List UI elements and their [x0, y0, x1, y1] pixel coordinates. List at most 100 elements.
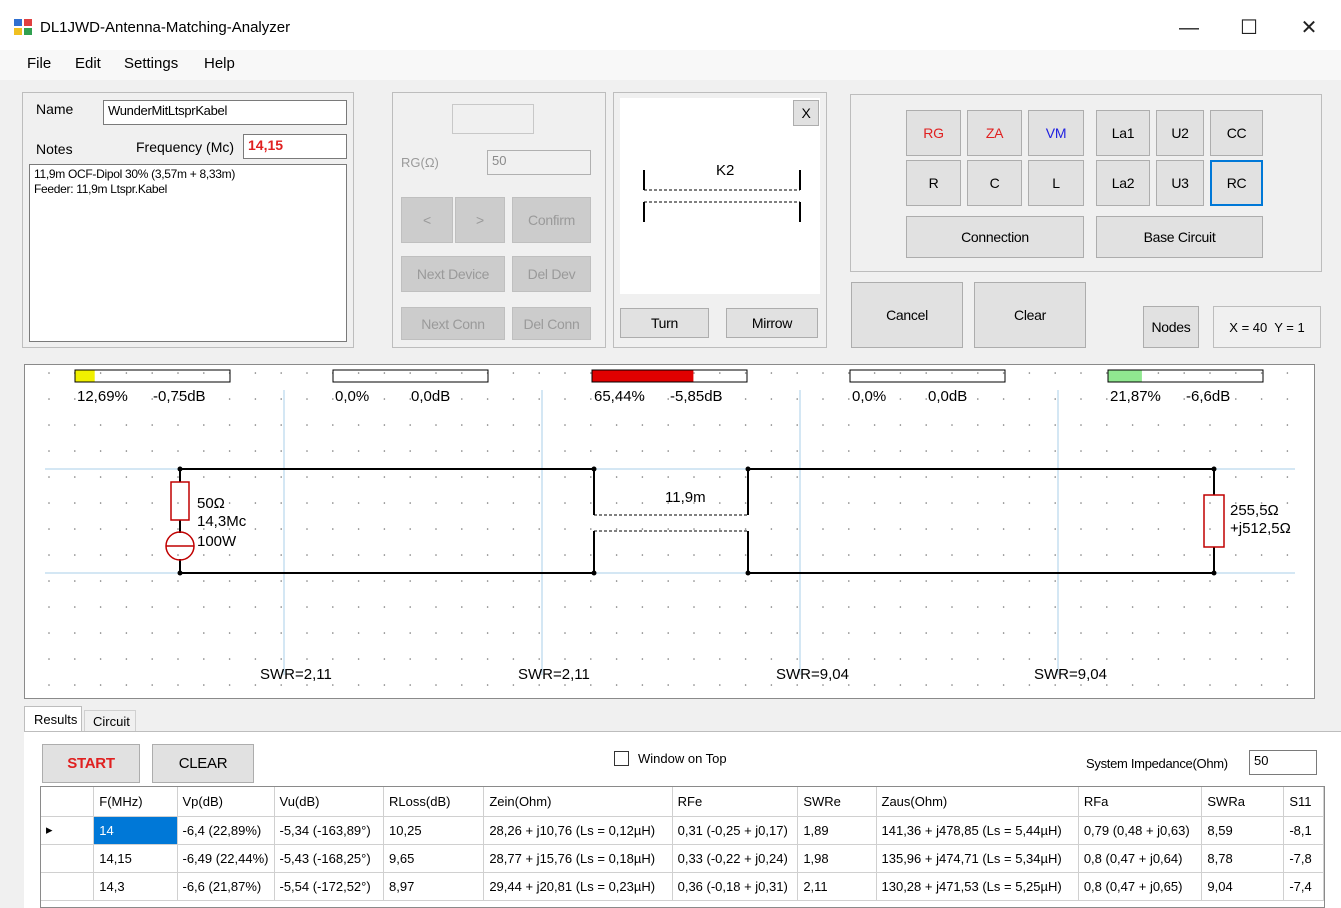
frequency-input[interactable]: 14,15: [243, 134, 347, 159]
table-cell[interactable]: 130,28 + j471,53 (Ls = 5,25µH): [876, 872, 1079, 901]
u3-component-button[interactable]: U3: [1156, 160, 1204, 206]
table-cell[interactable]: 28,77 + j15,76 (Ls = 0,18µH): [483, 844, 673, 873]
r-component-button[interactable]: R: [906, 160, 961, 206]
column-header[interactable]: Vp(dB): [177, 787, 275, 817]
column-header[interactable]: S11: [1283, 787, 1324, 817]
column-header[interactable]: F(MHz): [93, 787, 178, 817]
table-cell[interactable]: -6,6 (21,87%): [177, 872, 275, 901]
preview-close-button[interactable]: X: [793, 100, 819, 126]
minimize-button[interactable]: —: [1166, 8, 1212, 48]
maximize-button[interactable]: ☐: [1226, 8, 1272, 48]
table-cell[interactable]: 0,36 (-0,18 + j0,31): [672, 872, 799, 901]
table-cell[interactable]: 1,98: [797, 844, 877, 873]
vm-component-button[interactable]: VM: [1028, 110, 1084, 156]
table-cell[interactable]: 141,36 + j478,85 (Ls = 5,44µH): [876, 816, 1079, 845]
u2-component-button[interactable]: U2: [1156, 110, 1204, 156]
table-cell[interactable]: 9,65: [383, 844, 485, 873]
table-cell[interactable]: 9,04: [1201, 872, 1285, 901]
name-input[interactable]: WunderMitLtsprKabel: [103, 100, 347, 125]
column-header[interactable]: RFa: [1078, 787, 1203, 817]
table-cell[interactable]: 14,3: [93, 872, 178, 901]
table-cell[interactable]: -8,1: [1283, 816, 1324, 845]
table-cell[interactable]: 2,11: [797, 872, 877, 901]
table-cell[interactable]: 10,25: [383, 816, 485, 845]
menu-file[interactable]: File: [27, 55, 51, 72]
table-cell[interactable]: 135,96 + j474,71 (Ls = 5,34µH): [876, 844, 1079, 873]
nodes-button[interactable]: Nodes: [1143, 306, 1199, 348]
table-cell[interactable]: -5,43 (-168,25°): [274, 844, 385, 873]
table-cell[interactable]: -6,49 (22,44%): [177, 844, 275, 873]
base-circuit-button[interactable]: Base Circuit: [1096, 216, 1263, 258]
table-cell[interactable]: 0,79 (0,48 + j0,63): [1078, 816, 1203, 845]
la2-component-button[interactable]: La2: [1096, 160, 1150, 206]
table-row[interactable]: 14,15 -6,49 (22,44%) -5,43 (-168,25°) 9,65 2…: [41, 844, 1324, 873]
table-cell[interactable]: 8,78: [1201, 844, 1285, 873]
table-cell[interactable]: -7,4: [1283, 872, 1324, 901]
za-component-button[interactable]: ZA: [967, 110, 1022, 156]
l-component-button[interactable]: L: [1028, 160, 1084, 206]
system-impedance-input[interactable]: 50: [1249, 750, 1317, 775]
next-conn-button[interactable]: Next Conn: [401, 307, 505, 340]
table-cell[interactable]: -5,34 (-163,89°): [274, 816, 385, 845]
clear-circuit-button[interactable]: Clear: [974, 282, 1086, 348]
table-cell[interactable]: -7,8: [1283, 844, 1324, 873]
table-cell[interactable]: 14: [93, 816, 178, 845]
table-cell[interactable]: 0,31 (-0,25 + j0,17): [672, 816, 799, 845]
row-header-cell[interactable]: ▸: [41, 816, 95, 845]
next-button[interactable]: >: [455, 197, 505, 243]
confirm-button[interactable]: Confirm: [512, 197, 591, 243]
rc-component-button[interactable]: RC: [1210, 160, 1263, 206]
table-cell[interactable]: 0,8 (0,47 + j0,65): [1078, 872, 1203, 901]
menu-settings[interactable]: Settings: [124, 55, 178, 72]
window-on-top-checkbox[interactable]: [614, 751, 629, 766]
cc-component-button[interactable]: CC: [1210, 110, 1263, 156]
rg-component-button[interactable]: RG: [906, 110, 961, 156]
tab-results[interactable]: Results: [24, 706, 82, 732]
la1-component-button[interactable]: La1: [1096, 110, 1150, 156]
column-header[interactable]: SWRa: [1201, 787, 1285, 817]
meter-fill-1: [75, 370, 95, 382]
coax-cable-preview-icon: [643, 170, 801, 222]
table-row[interactable]: 14,3 -6,6 (21,87%) -5,54 (-172,52°) 8,97 29,…: [41, 872, 1324, 901]
table-cell[interactable]: 28,26 + j10,76 (Ls = 0,12µH): [483, 816, 673, 845]
table-cell[interactable]: 29,44 + j20,81 (Ls = 0,23µH): [483, 872, 673, 901]
next-device-button[interactable]: Next Device: [401, 256, 505, 292]
row-header-cell[interactable]: [41, 844, 95, 873]
notes-textarea[interactable]: 11,9m OCF-Dipol 30% (3,57m + 8,33m) Feed…: [29, 164, 347, 342]
load-reactance-label: +j512,5Ω: [1230, 520, 1291, 537]
column-header[interactable]: RLoss(dB): [383, 787, 485, 817]
table-cell[interactable]: -5,54 (-172,52°): [274, 872, 385, 901]
start-button[interactable]: START: [42, 744, 140, 783]
cancel-button[interactable]: Cancel: [851, 282, 963, 348]
del-dev-button[interactable]: Del Dev: [512, 256, 591, 292]
results-table[interactable]: F(MHz) Vp(dB) Vu(dB) RLoss(dB) Zein(Ohm) RFe S…: [40, 786, 1325, 908]
rg-input[interactable]: 50: [487, 150, 591, 175]
column-header[interactable]: Zaus(Ohm): [876, 787, 1079, 817]
column-header[interactable]: SWRe: [797, 787, 877, 817]
row-header-cell[interactable]: [41, 872, 95, 901]
table-cell[interactable]: 0,33 (-0,22 + j0,24): [672, 844, 799, 873]
menu-help[interactable]: Help: [204, 55, 235, 72]
close-button[interactable]: ✕: [1286, 8, 1332, 48]
connection-button[interactable]: Connection: [906, 216, 1084, 258]
column-header[interactable]: Vu(dB): [274, 787, 385, 817]
clear-results-button[interactable]: CLEAR: [152, 744, 254, 783]
mirrow-button[interactable]: Mirrow: [726, 308, 818, 338]
system-impedance-label: System Impedance(Ohm): [1086, 756, 1228, 771]
table-cell[interactable]: -6,4 (22,89%): [177, 816, 275, 845]
c-component-button[interactable]: C: [967, 160, 1022, 206]
column-header[interactable]: RFe: [672, 787, 799, 817]
table-cell[interactable]: 14,15: [93, 844, 178, 873]
del-conn-button[interactable]: Del Conn: [512, 307, 591, 340]
tab-circuit[interactable]: Circuit: [84, 710, 136, 732]
turn-button[interactable]: Turn: [620, 308, 709, 338]
table-cell[interactable]: 8,97: [383, 872, 485, 901]
table-cell[interactable]: 8,59: [1201, 816, 1285, 845]
prev-button[interactable]: <: [401, 197, 453, 243]
table-cell[interactable]: 1,89: [797, 816, 877, 845]
menu-edit[interactable]: Edit: [75, 55, 101, 72]
column-header[interactable]: Zein(Ohm): [483, 787, 673, 817]
column-header[interactable]: [41, 787, 95, 817]
table-cell[interactable]: 0,8 (0,47 + j0,64): [1078, 844, 1203, 873]
table-row[interactable]: ▸ 14 -6,4 (22,89%) -5,34 (-163,89°) 10,25 28,…: [41, 816, 1324, 845]
